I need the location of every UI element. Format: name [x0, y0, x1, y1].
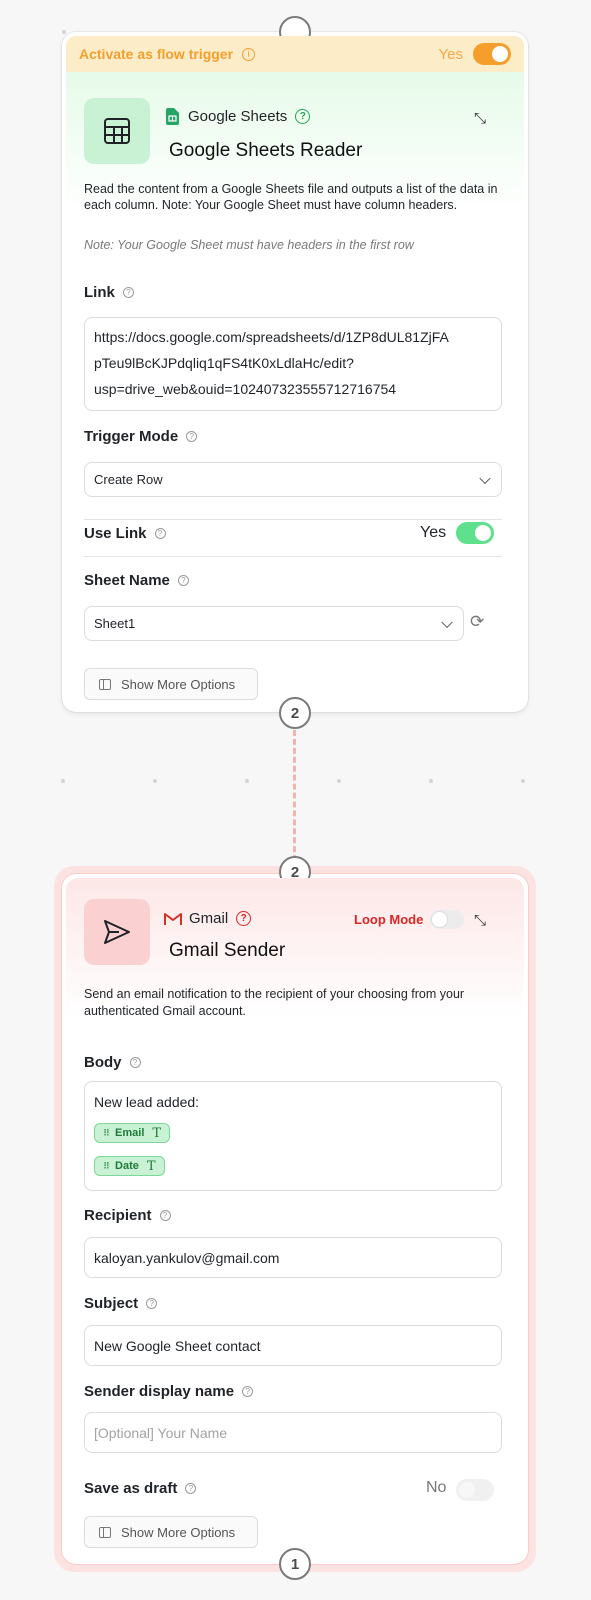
recipient-value: kaloyan.yankulov@gmail.com [94, 1249, 280, 1266]
sheets-node-icon-box [84, 98, 150, 164]
use-link-toggle[interactable] [456, 522, 494, 544]
show-more-options-button[interactable]: Show More Options [84, 1516, 258, 1548]
sheet-name-value: Sheet1 [94, 616, 136, 631]
trigger-mode-value: Create Row [94, 472, 163, 487]
link-label: Link? [84, 284, 134, 301]
help-icon[interactable]: ? [122, 287, 134, 298]
send-icon [104, 920, 130, 944]
link-line: usp=drive_web&ouid=102407323555712716754 [94, 381, 397, 397]
body-text: New lead added: [94, 1094, 200, 1110]
show-more-options-button[interactable]: Show More Options [84, 668, 258, 700]
help-icon[interactable]: ? [154, 528, 166, 539]
panel-icon [99, 678, 111, 690]
subject-input[interactable]: New Google Sheet contact [84, 1325, 502, 1366]
info-icon: i [242, 47, 256, 61]
app-name: Google Sheets [188, 108, 288, 125]
sheet-name-label: Sheet Name? [84, 572, 189, 589]
collapse-icon[interactable]: ⤡ [474, 110, 486, 127]
sender-display-name-label: Sender display name? [84, 1383, 254, 1400]
help-icon[interactable]: ? [185, 1483, 197, 1494]
gmail-node-icon-box [84, 899, 150, 965]
chevron-down-icon [479, 472, 491, 484]
collapse-icon[interactable]: ⤡ [474, 912, 486, 929]
save-as-draft-label: Save as draft? [84, 1480, 197, 1497]
drag-handle-icon[interactable]: ⠿ [103, 1161, 110, 1172]
loop-mode-toggle[interactable] [430, 910, 464, 929]
node-title: Google Sheets Reader [169, 140, 363, 161]
link-field[interactable]: https://docs.google.com/spreadsheets/d/1… [84, 317, 502, 411]
app-help-icon[interactable]: ? [295, 109, 311, 124]
help-icon[interactable]: ? [146, 1298, 158, 1309]
trigger-banner: Activate as flow trigger i Yes [66, 36, 524, 72]
google-sheets-node[interactable]: Activate as flow trigger i Yes Google Sh… [62, 16, 528, 729]
output-handle[interactable]: 1 [279, 1548, 311, 1580]
node-description: Send an email notification to the recipi… [84, 987, 465, 1018]
link-line: pTeu9lBcKJPdqliq1qFS4tK0xLdlaHc/edit? [94, 355, 354, 371]
show-more-label: Show More Options [121, 676, 236, 692]
subject-value: New Google Sheet contact [94, 1337, 261, 1354]
use-link-label: Use Link? [84, 525, 166, 542]
loop-mode-label: Loop Mode [354, 912, 424, 927]
show-more-label: Show More Options [121, 1524, 236, 1540]
app-help-icon[interactable]: ? [236, 911, 252, 926]
gmail-logo-icon [164, 912, 182, 925]
node-note: Note: Your Google Sheet must have header… [84, 238, 414, 252]
subject-label: Subject? [84, 1295, 158, 1312]
link-line: https://docs.google.com/spreadsheets/d/1… [94, 329, 449, 345]
body-field[interactable]: New lead added: ⠿ Email T ⠿ Date T [84, 1081, 502, 1191]
help-icon[interactable]: ? [159, 1210, 171, 1221]
text-type-icon: T [152, 1125, 162, 1141]
gmail-node[interactable]: 2 Gmail ? Loop Mode ⤡ Gmail Sender Send … [62, 856, 528, 1580]
node-title: Gmail Sender [169, 940, 286, 961]
panel-icon [99, 1526, 111, 1538]
help-icon[interactable]: ? [129, 1057, 141, 1068]
recipient-label: Recipient? [84, 1207, 171, 1224]
help-icon[interactable]: ? [186, 431, 198, 442]
sender-display-name-input[interactable]: [Optional] Your Name [84, 1412, 502, 1453]
trigger-value: Yes [438, 45, 463, 63]
gmail-app-row: Gmail ? [164, 910, 252, 927]
help-icon[interactable]: ? [242, 1386, 254, 1397]
drag-handle-icon[interactable]: ⠿ [103, 1128, 110, 1139]
use-link-value: Yes [420, 524, 447, 541]
save-as-draft-toggle[interactable] [456, 1479, 494, 1501]
google-sheets-logo-icon [166, 108, 179, 125]
variable-chip-email[interactable]: ⠿ Email T [94, 1123, 171, 1143]
trigger-mode-label: Trigger Mode? [84, 428, 198, 445]
output-handle[interactable]: 2 [279, 697, 311, 729]
text-type-icon: T [146, 1158, 156, 1174]
chevron-down-icon [441, 616, 453, 628]
sheets-app-row: Google Sheets ? [166, 108, 311, 125]
table-icon [104, 118, 130, 144]
trigger-label: Activate as flow trigger [79, 46, 234, 62]
node-connector [293, 730, 296, 870]
body-label: Body? [84, 1054, 141, 1071]
sender-placeholder: [Optional] Your Name [94, 1424, 228, 1441]
recipient-input[interactable]: kaloyan.yankulov@gmail.com [84, 1237, 502, 1278]
help-icon[interactable]: ? [177, 575, 189, 586]
app-name: Gmail [189, 910, 229, 927]
divider [84, 556, 502, 557]
save-as-draft-value: No [426, 1479, 447, 1496]
trigger-toggle[interactable] [473, 43, 511, 65]
sheet-name-select[interactable]: Sheet1 [84, 606, 464, 641]
refresh-icon[interactable]: ⟳ [470, 612, 484, 632]
trigger-mode-select[interactable]: Create Row [84, 462, 502, 497]
variable-chip-date[interactable]: ⠿ Date T [94, 1156, 165, 1176]
node-description: Read the content from a Google Sheets fi… [84, 182, 498, 212]
divider [84, 519, 502, 520]
